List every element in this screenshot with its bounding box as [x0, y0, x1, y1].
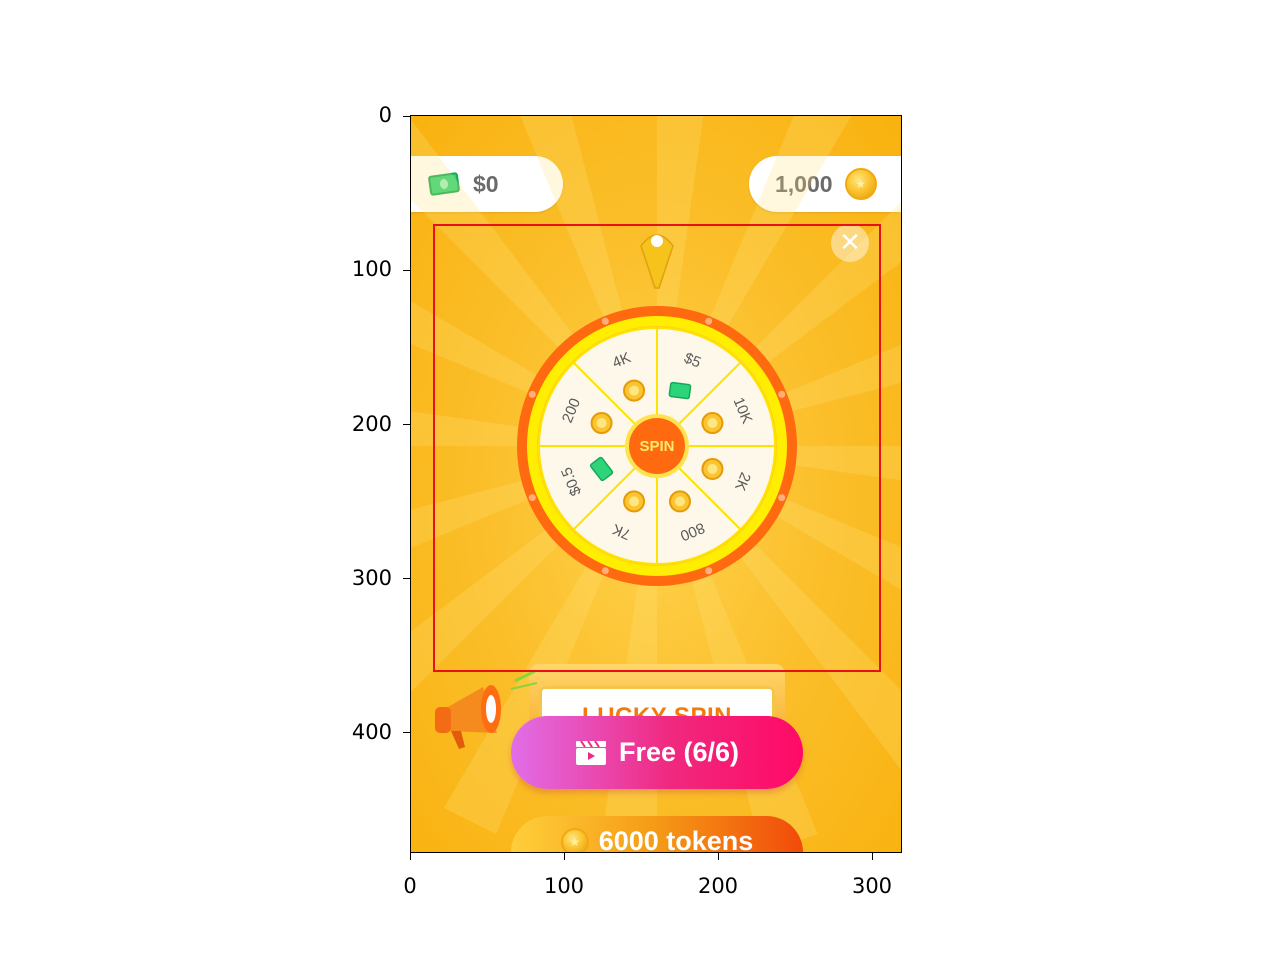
y-tick-label: 100 [351, 257, 392, 281]
pointer-dot [651, 235, 663, 247]
rim-light [601, 317, 609, 325]
coin-icon-shine [596, 418, 607, 429]
token-spin-label: 6000 tokens [598, 826, 754, 852]
close-button[interactable]: ✕ [831, 224, 869, 262]
y-tick-mark [403, 424, 410, 425]
y-tick-mark [403, 732, 410, 733]
rim-light [601, 567, 609, 575]
lucky-spin-screen: $0 1,000 $510K2K8007K$0.52004KSPIN ✕ LUC… [411, 116, 901, 852]
x-tick-mark [718, 853, 719, 860]
rim-light [705, 317, 713, 325]
x-tick-label: 200 [697, 874, 739, 898]
coin-icon-shine [629, 385, 640, 396]
coin-icon-shine [674, 496, 685, 507]
coin-icon-shine [629, 496, 640, 507]
free-spin-label: Free (6/6) [618, 737, 740, 767]
rim-light [705, 567, 713, 575]
coin-icon-shine [707, 418, 718, 429]
x-tick-label: 0 [403, 874, 417, 898]
free-spin-button[interactable]: Free (6/6) [511, 716, 803, 789]
screenshot-frame: $0 1,000 $510K2K8007K$0.52004KSPIN ✕ LUC… [410, 115, 902, 853]
y-tick-label: 200 [351, 412, 392, 436]
x-tick-mark [872, 853, 873, 860]
y-tick-label: 300 [351, 566, 392, 590]
spin-label[interactable]: SPIN [639, 438, 674, 455]
x-tick-mark [410, 853, 411, 860]
rim-light [528, 494, 536, 502]
coin-icon [560, 827, 589, 852]
y-tick-mark [403, 116, 410, 117]
x-tick-label: 300 [851, 874, 893, 898]
y-tick-mark [403, 270, 410, 271]
cash-icon [668, 381, 692, 400]
token-spin-button[interactable]: 6000 tokens [511, 816, 803, 852]
rim-light [778, 494, 786, 502]
y-tick-label: 0 [378, 103, 392, 127]
y-tick-label: 400 [351, 720, 392, 744]
x-tick-mark [564, 853, 565, 860]
rim-light [528, 390, 536, 398]
clapperboard-icon [575, 739, 606, 765]
coin-icon-shine [707, 463, 718, 474]
rim-light [778, 390, 786, 398]
y-tick-mark [403, 578, 410, 579]
x-tick-label: 100 [543, 874, 585, 898]
